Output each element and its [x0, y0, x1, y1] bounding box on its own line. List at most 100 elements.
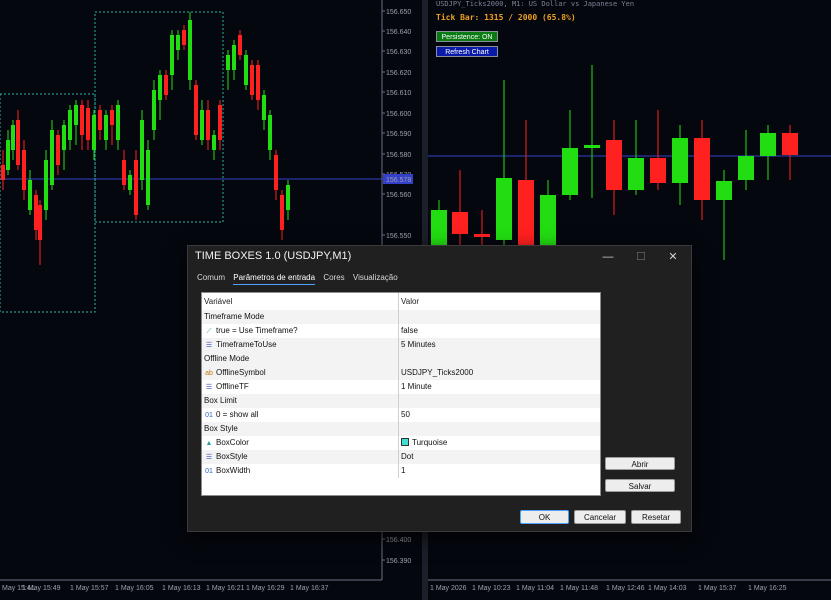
price-tick-label: 156.580 [386, 152, 411, 159]
price-tick-label: 156.390 [386, 558, 411, 565]
close-icon[interactable]: ✕ [663, 248, 683, 266]
table-group-row: Offline Mode [202, 352, 600, 366]
param-value [401, 310, 598, 324]
param-label: OfflineTF [216, 382, 249, 391]
parameters-table: Variável Valor Timeframe Mode ⟋ true = Use… [201, 292, 601, 496]
candle-body [128, 175, 132, 190]
param-label: OfflineSymbol [216, 368, 266, 377]
minimize-icon[interactable]: — [598, 248, 618, 266]
column-header-variable[interactable]: Variável [204, 293, 397, 310]
ok-button[interactable]: OK [520, 510, 569, 524]
tab-comum[interactable]: Comum [197, 273, 225, 284]
save-button[interactable]: Salvar [605, 479, 675, 492]
table-row[interactable]: 01 0 = show all 50 [202, 408, 600, 422]
param-value[interactable]: false [401, 324, 598, 338]
candle-body [50, 130, 54, 185]
candle-body [212, 135, 216, 150]
candle-body [22, 150, 26, 190]
candle-body [760, 133, 776, 156]
param-name: ⟋ true = Use Timeframe? [204, 324, 397, 338]
refresh-chart-button[interactable]: Refresh Chart [436, 46, 498, 57]
param-label: BoxStyle [216, 452, 248, 461]
table-row[interactable]: 01 BoxWidth 1 [202, 464, 600, 478]
param-label: Box Style [204, 424, 238, 433]
column-header-value[interactable]: Valor [401, 293, 598, 310]
param-value[interactable]: Turquoise [401, 436, 598, 450]
candle-body [164, 75, 168, 95]
persistence-button[interactable]: Persistence: ON [436, 31, 498, 42]
price-tick-label: 156.590 [386, 131, 411, 138]
price-tick-label: 156.550 [386, 233, 411, 240]
candle-body [452, 212, 468, 234]
table-group-row: Timeframe Mode [202, 310, 600, 324]
param-value-text: 50 [401, 410, 410, 419]
time-tick-label: 1 May 15:49 [22, 585, 61, 592]
dialog-titlebar[interactable]: TIME BOXES 1.0 (USDJPY,M1) — ☐ ✕ [188, 246, 691, 268]
param-name: 01 BoxWidth [204, 464, 397, 478]
candle-body [11, 125, 15, 150]
tab-input-parameters[interactable]: Parâmetros de entrada [233, 273, 316, 285]
candle-body [92, 115, 96, 150]
enum-icon: ☰ [205, 384, 213, 391]
table-row[interactable]: ab OfflineSymbol USDJPY_Ticks2000 [202, 366, 600, 380]
candle-body [68, 110, 72, 140]
candle-body [474, 234, 490, 237]
indicator-properties-dialog: TIME BOXES 1.0 (USDJPY,M1) — ☐ ✕ Comum P… [187, 245, 692, 532]
reset-button[interactable]: Resetar [631, 510, 681, 524]
param-value[interactable]: 50 [401, 408, 598, 422]
price-tick-label: 156.560 [386, 192, 411, 199]
color-swatch [401, 438, 409, 446]
candle-body [540, 195, 556, 245]
candle-body [286, 185, 290, 210]
param-value[interactable]: 5 Minutes [401, 338, 598, 352]
param-value[interactable]: 1 Minute [401, 380, 598, 394]
param-value-text: 5 Minutes [401, 340, 436, 349]
candle-body [194, 85, 198, 135]
tab-visualization[interactable]: Visualização [353, 273, 398, 284]
param-value[interactable]: 1 [401, 464, 598, 478]
price-tick-label: 156.610 [386, 90, 411, 97]
param-name: Timeframe Mode [204, 310, 397, 324]
table-header: Variável Valor [202, 293, 600, 310]
price-tick-label: 156.650 [386, 9, 411, 16]
dialog-title: TIME BOXES 1.0 (USDJPY,M1) [195, 250, 352, 262]
param-value-text: Turquoise [412, 438, 448, 447]
time-tick-label: 1 May 11:04 [516, 585, 554, 592]
candle-body [716, 181, 732, 200]
param-name: Offline Mode [204, 352, 397, 366]
candle-body [431, 210, 447, 245]
right-chart-title: USDJPY_Ticks2000, M1: US Dollar vs Japan… [436, 0, 635, 8]
table-row[interactable]: ☰ BoxStyle Dot [202, 450, 600, 464]
candle-body [562, 148, 578, 195]
param-value-text: false [401, 326, 418, 335]
candle-body [98, 110, 102, 130]
param-label: Offline Mode [204, 354, 250, 363]
candle-body [104, 115, 108, 140]
time-tick-label: 1 May 10:23 [472, 585, 511, 592]
table-row[interactable]: ▲ BoxColor Turquoise [202, 436, 600, 450]
open-button[interactable]: Abrir [605, 457, 675, 470]
param-name: ▲ BoxColor [204, 436, 397, 450]
time-tick-label: 1 May 14:03 [648, 585, 687, 592]
time-tick-label: 1 May 11:48 [560, 585, 598, 592]
tab-colors[interactable]: Cores [323, 273, 344, 284]
table-row[interactable]: ⟋ true = Use Timeframe? false [202, 324, 600, 338]
tick-bar-status: Tick Bar: 1315 / 2000 (65.8%) [436, 13, 576, 22]
param-value[interactable]: Dot [401, 450, 598, 464]
candle-body [200, 110, 204, 140]
candle-body [158, 75, 162, 100]
candle-body [134, 160, 138, 215]
table-row[interactable]: ☰ OfflineTF 1 Minute [202, 380, 600, 394]
candle-body [232, 45, 236, 70]
candle-body [86, 108, 90, 140]
table-row[interactable]: ☰ TimeframeToUse 5 Minutes [202, 338, 600, 352]
time-tick-label: 1 May 16:13 [162, 585, 201, 592]
param-value[interactable]: USDJPY_Ticks2000 [401, 366, 598, 380]
candle-body [584, 145, 600, 148]
enum-icon: ☰ [205, 454, 213, 461]
candle-body [62, 125, 66, 150]
cancel-button[interactable]: Cancelar [574, 510, 626, 524]
int-icon: 01 [205, 468, 213, 475]
candle-body [518, 180, 534, 245]
time-tick-label: 1 May 15:57 [70, 585, 109, 592]
